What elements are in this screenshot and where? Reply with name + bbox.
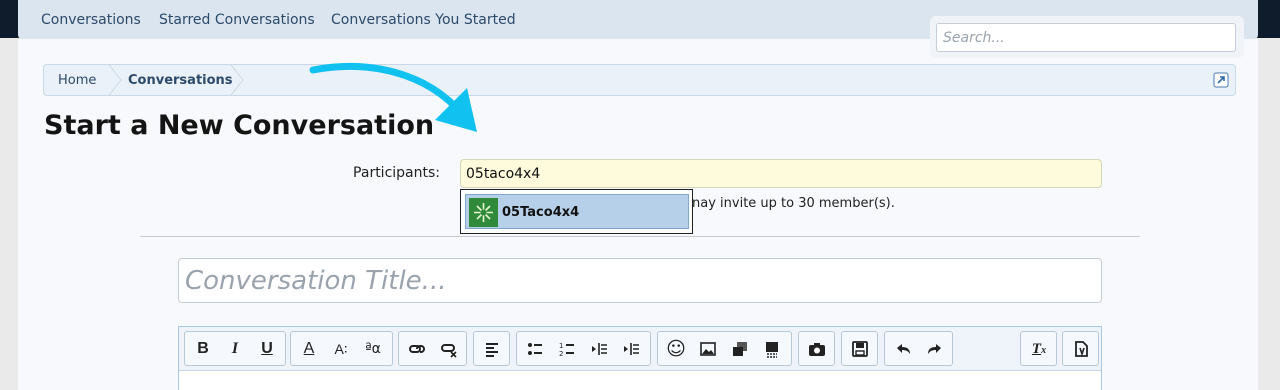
autocomplete-item[interactable]: 05Taco4x4 <box>465 194 689 229</box>
image-button[interactable] <box>694 336 722 362</box>
autocomplete-item-label: 05Taco4x4 <box>502 205 580 220</box>
redo-button[interactable] <box>921 336 949 362</box>
unlink-button[interactable] <box>435 336 463 362</box>
remove-format-x-icon: x <box>1041 345 1047 356</box>
remove-format-button[interactable]: Tx <box>1025 336 1053 362</box>
camera-icon <box>809 343 825 356</box>
breadcrumb-separator-icon <box>230 65 244 95</box>
toolbar-group-insert: ☺ <box>657 331 792 366</box>
save-draft-button[interactable] <box>846 336 874 362</box>
smilies-button[interactable]: ☺ <box>662 336 690 362</box>
image-icon <box>700 342 716 356</box>
insert-icon <box>766 342 778 358</box>
toolbar-group-draft <box>841 331 878 366</box>
subnav-starred-link[interactable]: Starred Conversations <box>159 12 315 28</box>
bullet-list-icon <box>528 343 542 355</box>
indent-button[interactable] <box>617 336 645 362</box>
align-left-icon <box>486 343 498 357</box>
editor-toolbar: B I U A A∶ ªα 12 ☺ Tx <box>179 327 1101 371</box>
text-color-button[interactable]: A <box>295 336 323 362</box>
toolbar-group-camera <box>798 331 835 366</box>
bullet-list-button[interactable] <box>521 336 549 362</box>
avatar <box>469 198 498 227</box>
autocomplete-dropdown: 05Taco4x4 <box>460 189 693 234</box>
participants-explain: nay invite up to 30 member(s). <box>692 196 895 211</box>
subnav-started-link[interactable]: Conversations You Started <box>331 12 516 28</box>
form-divider <box>140 236 1140 237</box>
bbcode-toggle-icon <box>1075 341 1088 357</box>
toolbar-group-lists: 12 <box>516 331 651 366</box>
italic-button[interactable]: I <box>221 336 249 362</box>
toolbar-group-history <box>884 331 953 366</box>
outdent-button[interactable] <box>585 336 613 362</box>
camera-button[interactable] <box>803 336 831 362</box>
numbered-list-button[interactable]: 12 <box>553 336 581 362</box>
outdent-icon <box>592 343 607 355</box>
media-button[interactable] <box>726 336 754 362</box>
toggle-bbcode-button[interactable] <box>1067 336 1095 362</box>
toolbar-group-align <box>473 331 510 366</box>
undo-icon <box>897 344 910 354</box>
breadcrumb-separator-icon <box>108 65 122 95</box>
numbered-list-icon: 12 <box>559 342 574 358</box>
insert-button[interactable] <box>758 336 786 362</box>
undo-button[interactable] <box>889 336 917 362</box>
participants-label: Participants: <box>353 165 440 181</box>
jump-menu-icon[interactable] <box>1213 72 1229 88</box>
font-family-button[interactable]: ªα <box>359 336 387 362</box>
breadcrumb: Home Conversations <box>43 64 1236 96</box>
toolbar-group-font: A A∶ ªα <box>290 331 393 366</box>
breadcrumb-conversations[interactable]: Conversations <box>128 73 233 88</box>
conversation-title-input[interactable] <box>178 258 1102 303</box>
annotation-arrow-icon <box>309 62 477 132</box>
breadcrumb-home[interactable]: Home <box>58 73 96 88</box>
floppy-icon <box>852 341 868 357</box>
message-editor: B I U A A∶ ªα 12 ☺ Tx <box>178 326 1102 390</box>
indent-icon <box>624 343 639 355</box>
svg-text:1: 1 <box>559 342 563 350</box>
toolbar-group-clear: Tx <box>1020 331 1057 366</box>
toolbar-group-links <box>398 331 467 366</box>
underline-button[interactable]: U <box>253 336 281 362</box>
search-box <box>930 16 1244 58</box>
svg-text:2: 2 <box>559 350 563 358</box>
remove-format-icon: T <box>1031 341 1042 357</box>
media-icon <box>733 342 747 356</box>
unlink-icon <box>440 344 457 358</box>
bold-button[interactable]: B <box>189 336 217 362</box>
font-size-button[interactable]: A∶ <box>327 336 355 362</box>
subnav-conversations-link[interactable]: Conversations <box>41 12 141 28</box>
align-button[interactable] <box>478 336 506 362</box>
participants-input[interactable] <box>460 159 1102 188</box>
toolbar-group-format: B I U <box>184 331 286 366</box>
toolbar-group-bbcode <box>1062 331 1099 366</box>
link-icon <box>408 345 425 353</box>
search-input[interactable] <box>936 23 1236 52</box>
redo-icon <box>928 344 941 354</box>
link-button[interactable] <box>403 336 431 362</box>
